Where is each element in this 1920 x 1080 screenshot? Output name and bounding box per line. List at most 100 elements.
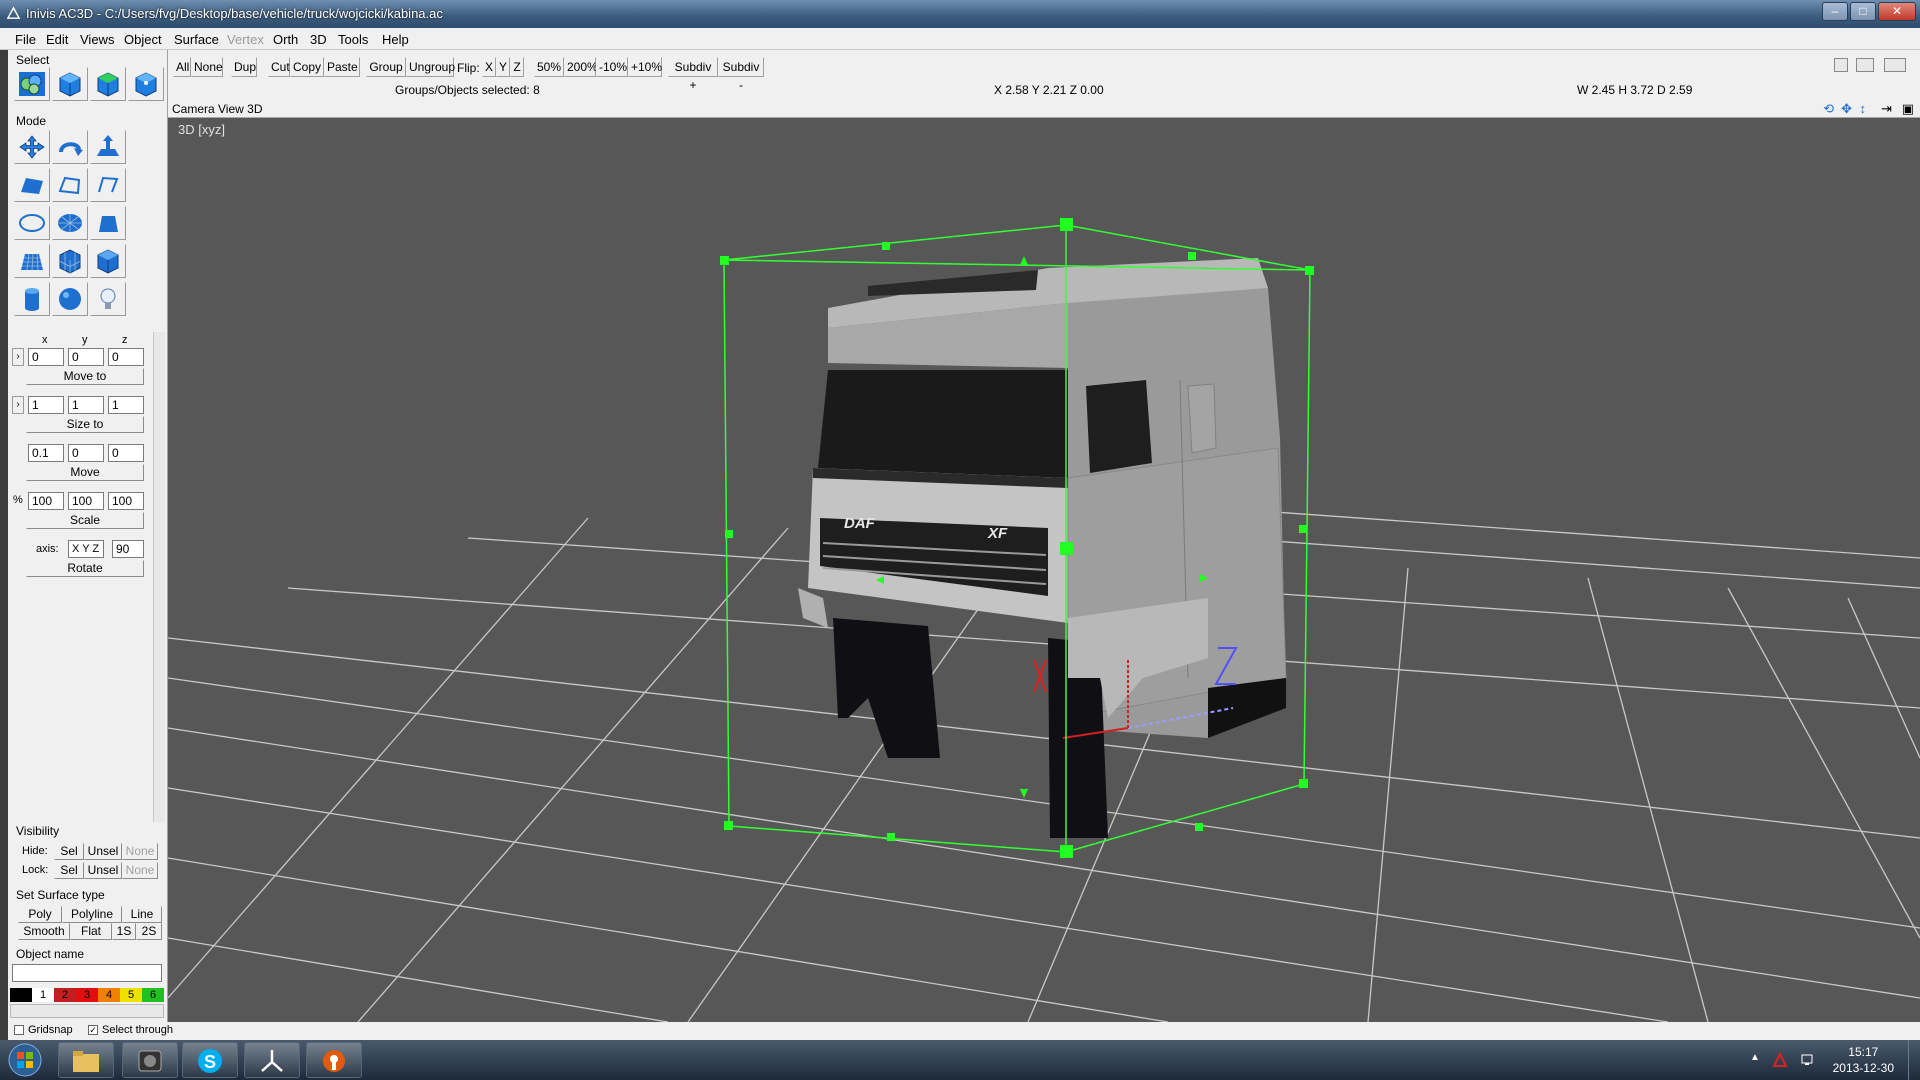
mode-extrude-button[interactable]: [90, 130, 126, 164]
size-to-y-field[interactable]: 1: [68, 396, 104, 414]
move-to-pick-icon[interactable]: ›: [12, 348, 24, 366]
select-through-checkbox[interactable]: ✓: [88, 1025, 98, 1035]
group-button[interactable]: Group: [366, 57, 406, 77]
color-swatch-4[interactable]: 4: [98, 988, 120, 1002]
mode-line-button[interactable]: [90, 168, 126, 202]
start-button[interactable]: [6, 1042, 44, 1078]
scale-button[interactable]: Scale: [26, 512, 144, 529]
move-button[interactable]: Move: [26, 464, 144, 481]
color-swatch-2[interactable]: 2: [54, 988, 76, 1002]
select-none-button[interactable]: None: [191, 57, 223, 77]
swatch-scrollbar[interactable]: [10, 1004, 164, 1018]
lock-sel-button[interactable]: Sel: [54, 862, 84, 879]
quad-view-icon[interactable]: [1884, 58, 1906, 72]
color-swatch-6[interactable]: 6: [142, 988, 164, 1002]
flip-z-button[interactable]: Z: [510, 57, 524, 77]
ungroup-button[interactable]: Ungroup: [406, 57, 455, 77]
flip-x-button[interactable]: X: [482, 57, 496, 77]
select-all-button[interactable]: All: [173, 57, 191, 77]
taskbar-skype-button[interactable]: S: [182, 1042, 238, 1078]
copy-button[interactable]: Copy: [290, 57, 324, 77]
menu-vertex[interactable]: Vertex: [227, 32, 264, 47]
two-sided-button[interactable]: 2S: [136, 923, 162, 940]
maximize-button[interactable]: □: [1850, 2, 1876, 21]
taskbar-explorer-button[interactable]: [58, 1042, 114, 1078]
tray-expand-icon[interactable]: ▲: [1750, 1052, 1766, 1068]
select-vertex-mode-button[interactable]: [128, 67, 164, 101]
rotate-button[interactable]: Rotate: [26, 560, 144, 577]
minimize-button[interactable]: –: [1822, 2, 1848, 21]
mode-disc-button[interactable]: [52, 206, 88, 240]
color-swatch-1[interactable]: 1: [32, 988, 54, 1002]
size-to-z-field[interactable]: 1: [108, 396, 144, 414]
size-to-button[interactable]: Size to: [26, 416, 144, 433]
duplicate-button[interactable]: Dup: [231, 57, 257, 77]
cut-button[interactable]: Cut: [268, 57, 290, 77]
paste-button[interactable]: Paste: [324, 57, 360, 77]
color-swatch-5[interactable]: 5: [120, 988, 142, 1002]
mode-box-button[interactable]: [90, 244, 126, 278]
mode-polyline-button[interactable]: [52, 168, 88, 202]
close-button[interactable]: ✕: [1878, 2, 1916, 21]
zoom-plus10-button[interactable]: +10%: [628, 57, 662, 77]
mode-cylinder-button[interactable]: [14, 282, 50, 316]
rotate-axis-selector[interactable]: X Y Z: [68, 540, 104, 558]
size-to-x-field[interactable]: 1: [28, 396, 64, 414]
zoom-200-button[interactable]: 200%: [564, 57, 598, 77]
subdiv-minus-button[interactable]: Subdiv -: [718, 57, 764, 92]
mode-subdivided-box-button[interactable]: [52, 244, 88, 278]
mode-circle-button[interactable]: [14, 206, 50, 240]
move-to-button[interactable]: Move to: [26, 368, 144, 385]
acrobat-tray-icon[interactable]: [1772, 1052, 1788, 1068]
size-to-pick-icon[interactable]: ›: [12, 396, 24, 414]
move-to-y-field[interactable]: 0: [68, 348, 104, 366]
hide-sel-button[interactable]: Sel: [54, 843, 84, 860]
camera-zoom-icon[interactable]: ↕: [1860, 101, 1867, 116]
menu-orth[interactable]: Orth: [273, 32, 298, 47]
taskbar-media-button[interactable]: [122, 1042, 178, 1078]
menu-views[interactable]: Views: [80, 32, 114, 47]
menu-file[interactable]: File: [15, 32, 36, 47]
camera-pan-icon[interactable]: ✥: [1841, 101, 1852, 117]
mode-move-button[interactable]: [14, 130, 50, 164]
menu-tools[interactable]: Tools: [338, 32, 368, 47]
line-button[interactable]: Line: [122, 906, 162, 923]
move-to-z-field[interactable]: 0: [108, 348, 144, 366]
scale-y-field[interactable]: 100: [68, 492, 104, 510]
smooth-button[interactable]: Smooth: [18, 923, 70, 940]
mode-rectangle-button[interactable]: [90, 206, 126, 240]
hide-none-button[interactable]: None: [122, 843, 158, 860]
lock-unsel-button[interactable]: Unsel: [84, 862, 122, 879]
mode-light-button[interactable]: [90, 282, 126, 316]
menu-3d[interactable]: 3D: [310, 32, 327, 47]
zoom-minus10-button[interactable]: -10%: [596, 57, 628, 77]
taskbar-app-button[interactable]: [306, 1042, 362, 1078]
taskbar-ac3d-button[interactable]: [244, 1042, 300, 1078]
polyline-button[interactable]: Polyline: [62, 906, 122, 923]
select-surface-mode-button[interactable]: [90, 67, 126, 101]
camera-reset-icon[interactable]: ⇥: [1881, 101, 1892, 117]
show-desktop-button[interactable]: [1908, 1040, 1920, 1080]
rotate-angle-field[interactable]: 90: [112, 540, 144, 558]
scale-x-field[interactable]: 100: [28, 492, 64, 510]
single-view-icon[interactable]: [1834, 58, 1848, 72]
menu-help[interactable]: Help: [382, 32, 409, 47]
mode-mesh-button[interactable]: [14, 244, 50, 278]
viewport-maximize-icon[interactable]: ▣: [1902, 101, 1914, 117]
move-z-field[interactable]: 0: [108, 444, 144, 462]
move-to-x-field[interactable]: 0: [28, 348, 64, 366]
viewport-menu[interactable]: Camera View 3D: [172, 102, 262, 116]
mode-polygon-button[interactable]: [14, 168, 50, 202]
zoom-50-button[interactable]: 50%: [534, 57, 564, 77]
3d-viewport[interactable]: 3D [xyz] DAF XF: [168, 118, 1920, 1022]
color-swatch-black[interactable]: [10, 988, 32, 1002]
network-tray-icon[interactable]: [1800, 1052, 1816, 1068]
color-swatch-3[interactable]: 3: [76, 988, 98, 1002]
poly-button[interactable]: Poly: [18, 906, 62, 923]
flip-y-button[interactable]: Y: [496, 57, 510, 77]
scale-z-field[interactable]: 100: [108, 492, 144, 510]
gridsnap-checkbox[interactable]: [14, 1025, 24, 1035]
hide-unsel-button[interactable]: Unsel: [84, 843, 122, 860]
move-y-field[interactable]: 0: [68, 444, 104, 462]
mode-sphere-button[interactable]: [52, 282, 88, 316]
